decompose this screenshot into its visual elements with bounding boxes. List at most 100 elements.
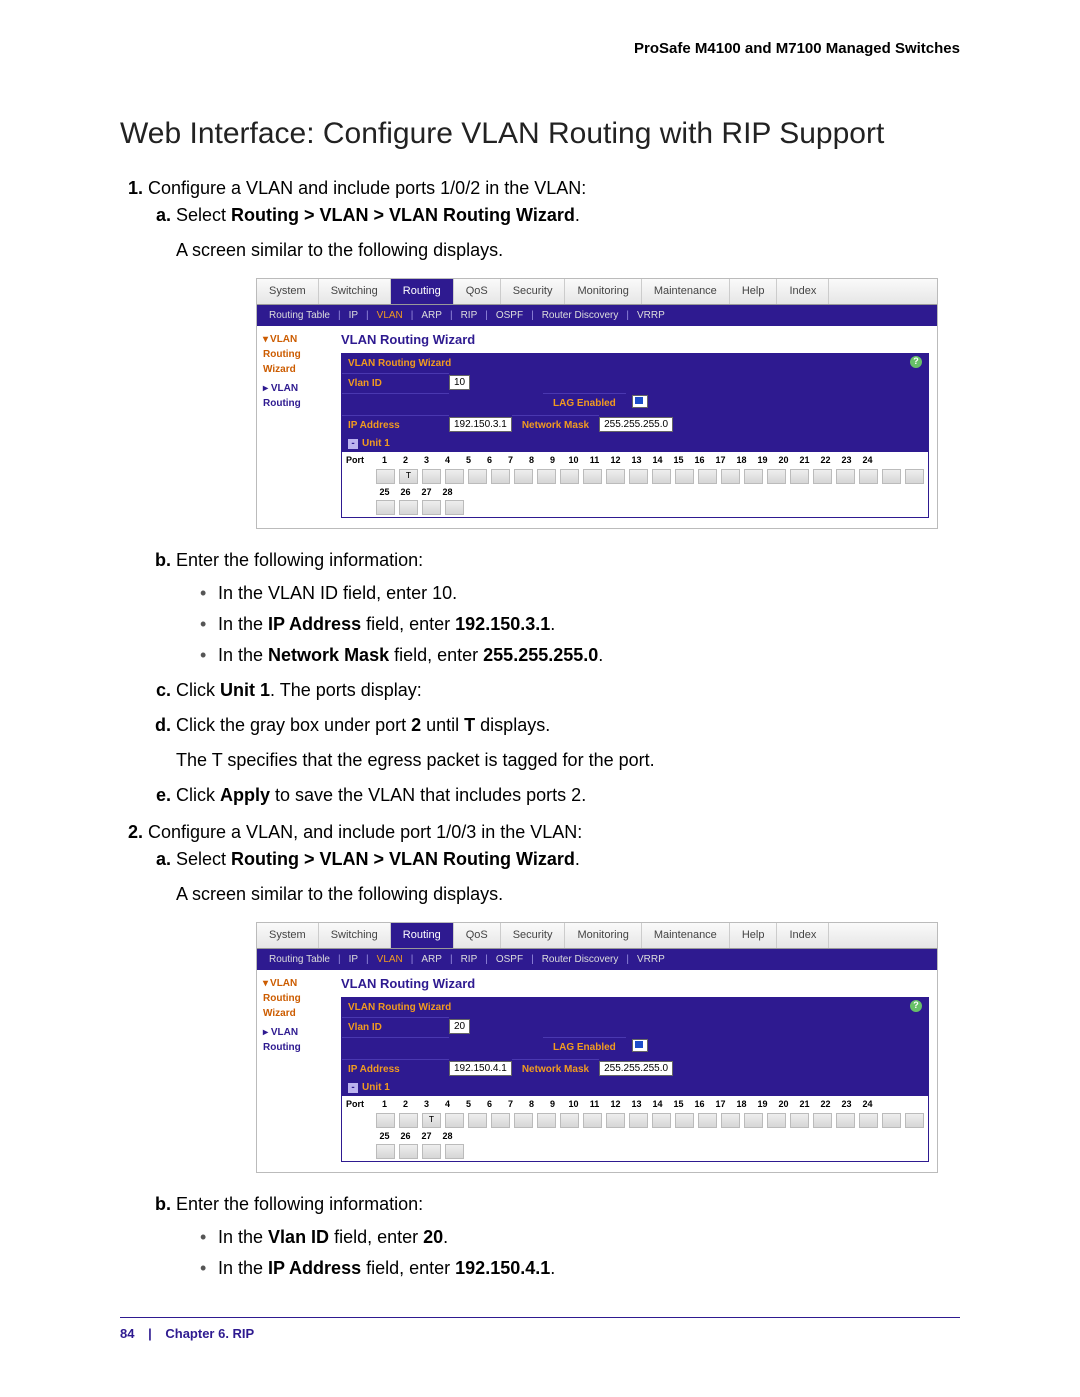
port-box-14[interactable]: [675, 1113, 694, 1128]
collapse-unit-icon[interactable]: -: [348, 439, 358, 449]
port-box-2[interactable]: [399, 1113, 418, 1128]
subtab-ip[interactable]: IP: [345, 308, 362, 323]
port-box-19[interactable]: [790, 1113, 809, 1128]
port-box-13[interactable]: [652, 469, 671, 484]
port-box-15[interactable]: [698, 1113, 717, 1128]
tab-help[interactable]: Help: [730, 923, 778, 948]
network-mask-input[interactable]: 255.255.255.0: [599, 417, 673, 432]
port-box-22[interactable]: [859, 469, 878, 484]
port-box-17[interactable]: [744, 1113, 763, 1128]
tab-qos[interactable]: QoS: [454, 923, 501, 948]
subtab-ip[interactable]: IP: [345, 952, 362, 967]
subtab-router-discovery[interactable]: Router Discovery: [538, 952, 623, 967]
port-box-7[interactable]: [514, 1113, 533, 1128]
subtab-vlan[interactable]: VLAN: [373, 308, 407, 323]
subtab-arp[interactable]: ARP: [417, 952, 446, 967]
port-box-21[interactable]: [836, 1113, 855, 1128]
tab-qos[interactable]: QoS: [454, 279, 501, 304]
port-box-15[interactable]: [698, 469, 717, 484]
port-box-6[interactable]: [491, 1113, 510, 1128]
port-box-9[interactable]: [560, 469, 579, 484]
tab-switching[interactable]: Switching: [319, 923, 391, 948]
subtab-vrrp[interactable]: VRRP: [633, 308, 669, 323]
port-box-18[interactable]: [767, 469, 786, 484]
port-box-22[interactable]: [859, 1113, 878, 1128]
port-box-5[interactable]: [468, 469, 487, 484]
tab-index[interactable]: Index: [777, 923, 829, 948]
subtab-rip[interactable]: RIP: [457, 308, 482, 323]
tab-monitoring[interactable]: Monitoring: [565, 923, 641, 948]
port-box-18[interactable]: [767, 1113, 786, 1128]
tab-help[interactable]: Help: [730, 279, 778, 304]
subtab-routing-table[interactable]: Routing Table: [265, 952, 334, 967]
tab-switching[interactable]: Switching: [319, 279, 391, 304]
tab-maintenance[interactable]: Maintenance: [642, 279, 730, 304]
port-box-24[interactable]: [905, 1113, 924, 1128]
port-box-10[interactable]: [583, 1113, 602, 1128]
nav-wizard[interactable]: VLAN Routing Wizard: [263, 978, 301, 1019]
help-icon[interactable]: ?: [910, 356, 922, 368]
port-box-21[interactable]: [836, 469, 855, 484]
port-box-25[interactable]: [376, 500, 395, 515]
network-mask-input[interactable]: 255.255.255.0: [599, 1061, 673, 1076]
port-box-1[interactable]: [376, 1113, 395, 1128]
port-box-20[interactable]: [813, 469, 832, 484]
tab-maintenance[interactable]: Maintenance: [642, 923, 730, 948]
tab-security[interactable]: Security: [501, 923, 566, 948]
port-box-20[interactable]: [813, 1113, 832, 1128]
subtab-ospf[interactable]: OSPF: [492, 308, 527, 323]
port-box-9[interactable]: [560, 1113, 579, 1128]
port-box-12[interactable]: [629, 469, 648, 484]
port-box-3[interactable]: [422, 469, 441, 484]
subtab-arp[interactable]: ARP: [417, 308, 446, 323]
tab-routing[interactable]: Routing: [391, 279, 454, 304]
port-box-10[interactable]: [583, 469, 602, 484]
tab-index[interactable]: Index: [777, 279, 829, 304]
nav-wizard[interactable]: VLAN Routing Wizard: [263, 334, 301, 375]
collapse-unit-icon[interactable]: -: [348, 1083, 358, 1093]
port-box-19[interactable]: [790, 469, 809, 484]
subtab-routing-table[interactable]: Routing Table: [265, 308, 334, 323]
port-box-14[interactable]: [675, 469, 694, 484]
port-box-13[interactable]: [652, 1113, 671, 1128]
lag-enabled-checkbox[interactable]: [632, 395, 648, 408]
port-box-27[interactable]: [422, 500, 441, 515]
unit-1-label[interactable]: Unit 1: [362, 1082, 390, 1093]
port-box-2[interactable]: T: [399, 469, 418, 484]
port-box-23[interactable]: [882, 469, 901, 484]
port-box-27[interactable]: [422, 1144, 441, 1159]
help-icon[interactable]: ?: [910, 1000, 922, 1012]
ip-address-input[interactable]: 192.150.3.1: [449, 417, 512, 432]
port-box-16[interactable]: [721, 1113, 740, 1128]
subtab-ospf[interactable]: OSPF: [492, 952, 527, 967]
port-box-11[interactable]: [606, 1113, 625, 1128]
port-box-28[interactable]: [445, 500, 464, 515]
subtab-vlan[interactable]: VLAN: [373, 952, 407, 967]
ip-address-input[interactable]: 192.150.4.1: [449, 1061, 512, 1076]
port-box-11[interactable]: [606, 469, 625, 484]
tab-monitoring[interactable]: Monitoring: [565, 279, 641, 304]
subtab-vrrp[interactable]: VRRP: [633, 952, 669, 967]
vlan-id-input[interactable]: 10: [449, 375, 470, 390]
vlan-id-input[interactable]: 20: [449, 1019, 470, 1034]
port-box-17[interactable]: [744, 469, 763, 484]
unit-1-label[interactable]: Unit 1: [362, 438, 390, 449]
tab-routing[interactable]: Routing: [391, 923, 454, 948]
port-box-24[interactable]: [905, 469, 924, 484]
port-box-4[interactable]: [445, 1113, 464, 1128]
port-box-1[interactable]: [376, 469, 395, 484]
port-box-5[interactable]: [468, 1113, 487, 1128]
subtab-rip[interactable]: RIP: [457, 952, 482, 967]
lag-enabled-checkbox[interactable]: [632, 1039, 648, 1052]
port-box-16[interactable]: [721, 469, 740, 484]
port-box-7[interactable]: [514, 469, 533, 484]
port-box-8[interactable]: [537, 469, 556, 484]
port-box-8[interactable]: [537, 1113, 556, 1128]
port-box-12[interactable]: [629, 1113, 648, 1128]
port-box-3[interactable]: T: [422, 1113, 441, 1128]
port-box-28[interactable]: [445, 1144, 464, 1159]
tab-security[interactable]: Security: [501, 279, 566, 304]
port-box-26[interactable]: [399, 1144, 418, 1159]
tab-system[interactable]: System: [257, 279, 319, 304]
port-box-23[interactable]: [882, 1113, 901, 1128]
